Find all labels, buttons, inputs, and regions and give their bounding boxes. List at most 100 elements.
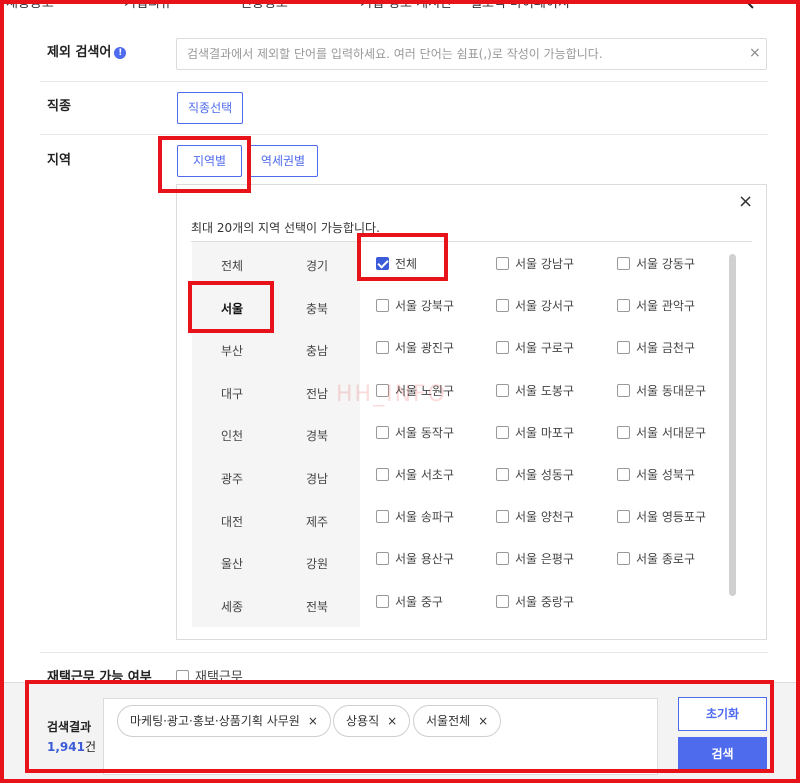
nav-item[interactable]: 기업리뷰 (124, 0, 172, 11)
nav-item[interactable]: 헬로퀵 마이페이지 (470, 0, 570, 11)
nav-item[interactable]: 채용공고 (6, 0, 54, 11)
checkbox-icon[interactable] (376, 510, 389, 523)
district-checkbox[interactable]: 서울 영등포구 (617, 510, 706, 524)
filter-tag[interactable]: 상용직 × (333, 705, 411, 737)
tab-region[interactable]: 지역별 (177, 145, 242, 177)
reset-button[interactable]: 초기화 (678, 697, 767, 731)
region-item[interactable]: 전체 (197, 257, 267, 274)
exclude-keyword-input[interactable]: 검색결과에서 제외할 단어를 입력하세요. 여러 단어는 쉼표(,)로 작성이 … (176, 38, 767, 70)
checkbox-icon[interactable] (617, 468, 630, 481)
region-item[interactable]: 충남 (282, 342, 352, 359)
region-item[interactable]: 경북 (282, 427, 352, 444)
district-checkbox[interactable]: 서울 종로구 (617, 552, 695, 566)
checkbox-icon[interactable] (496, 426, 509, 439)
district-checkbox[interactable]: 서울 강서구 (496, 299, 574, 313)
region-item[interactable]: 서울 (197, 300, 267, 317)
checkbox-icon[interactable] (376, 426, 389, 439)
nav-item[interactable]: 기업 정보 게시판 (360, 0, 452, 11)
region-item[interactable]: 경기 (282, 257, 352, 274)
district-checkbox[interactable]: 서울 성북구 (617, 468, 695, 482)
region-item[interactable]: 세종 (197, 598, 267, 615)
top-nav: 채용공고 기업리뷰 연봉정보 기업 정보 게시판 헬로퀵 마이페이지 (0, 0, 800, 12)
district-checkbox[interactable]: 전체 (376, 257, 417, 271)
checkbox-icon[interactable] (496, 510, 509, 523)
job-select-button[interactable]: 직종선택 (177, 92, 244, 124)
checkbox-icon[interactable] (617, 257, 630, 270)
district-checkbox[interactable]: 서울 동대문구 (617, 384, 706, 398)
menu-icon[interactable] (772, 0, 790, 2)
tab-subway[interactable]: 역세권별 (248, 145, 318, 177)
scrollbar[interactable] (729, 254, 736, 596)
checkbox-icon[interactable] (617, 426, 630, 439)
region-label: 지역 (47, 153, 71, 168)
checkbox-icon[interactable] (496, 384, 509, 397)
region-item[interactable]: 광주 (197, 470, 267, 487)
checkbox-icon[interactable] (376, 468, 389, 481)
district-checkbox[interactable]: 서울 중구 (376, 595, 443, 609)
checkbox-icon[interactable] (496, 595, 509, 608)
district-checkbox[interactable]: 서울 동작구 (376, 426, 454, 440)
info-icon[interactable]: ! (114, 47, 127, 59)
checkbox-icon[interactable] (617, 510, 630, 523)
checkbox-icon[interactable] (496, 299, 509, 312)
region-item[interactable]: 부산 (197, 342, 267, 359)
district-checkbox[interactable]: 서울 강북구 (376, 299, 454, 313)
region-item[interactable]: 전북 (282, 598, 352, 615)
district-checkbox[interactable]: 서울 중랑구 (496, 595, 574, 609)
region-item[interactable]: 울산 (197, 555, 267, 572)
divider (40, 652, 768, 653)
result-count: 1,941건 (47, 740, 97, 754)
district-checkbox[interactable]: 서울 양천구 (496, 510, 574, 524)
search-icon[interactable] (734, 0, 750, 4)
district-checkbox[interactable]: 서울 서대문구 (617, 426, 706, 440)
region-item[interactable]: 제주 (282, 513, 352, 530)
exclude-label: 제외 검색어! (47, 41, 127, 60)
checkbox-icon[interactable] (617, 552, 630, 565)
district-checkbox[interactable]: 서울 송파구 (376, 510, 454, 524)
remove-tag-icon[interactable]: × (478, 714, 488, 728)
district-checkbox[interactable]: 서울 은평구 (496, 552, 574, 566)
region-limit-note: 최대 20개의 지역 선택이 가능합니다. (191, 221, 380, 235)
checkbox-icon[interactable] (496, 257, 509, 270)
divider (40, 81, 768, 82)
job-label: 직종 (47, 99, 71, 114)
remove-tag-icon[interactable]: × (387, 714, 397, 728)
filter-tag[interactable]: 마케팅·광고·홍보·상품기획 사무원 × (117, 705, 331, 737)
region-item[interactable]: 경남 (282, 470, 352, 487)
region-item[interactable]: 인천 (197, 427, 267, 444)
district-checkbox[interactable]: 서울 관악구 (617, 299, 695, 313)
district-checkbox[interactable]: 서울 용산구 (376, 552, 454, 566)
district-checkbox[interactable]: 서울 마포구 (496, 426, 574, 440)
divider (40, 134, 768, 135)
district-checkbox[interactable]: 서울 도봉구 (496, 384, 574, 398)
district-checkbox[interactable]: 서울 강남구 (496, 257, 574, 271)
region-item[interactable]: 대전 (197, 513, 267, 530)
filter-tag[interactable]: 서울전체 × (413, 705, 502, 737)
checkbox-icon[interactable] (376, 299, 389, 312)
region-item[interactable]: 강원 (282, 555, 352, 572)
checkbox-icon[interactable] (376, 341, 389, 354)
remove-tag-icon[interactable]: × (308, 714, 318, 728)
checkbox-icon[interactable] (376, 552, 389, 565)
district-checkbox[interactable]: 서울 서초구 (376, 468, 454, 482)
district-checkbox[interactable]: 서울 금천구 (617, 341, 695, 355)
district-checkbox[interactable]: 서울 광진구 (376, 341, 454, 355)
region-item[interactable]: 충북 (282, 300, 352, 317)
checkbox-icon[interactable] (617, 299, 630, 312)
nav-item[interactable]: 연봉정보 (240, 0, 288, 11)
checkbox-icon[interactable] (496, 552, 509, 565)
checkbox-icon[interactable] (376, 257, 389, 270)
district-checkbox[interactable]: 서울 성동구 (496, 468, 574, 482)
checkbox-icon[interactable] (617, 384, 630, 397)
checkbox-icon[interactable] (496, 468, 509, 481)
region-item[interactable]: 대구 (197, 385, 267, 402)
district-checkbox[interactable]: 서울 강동구 (617, 257, 695, 271)
close-icon[interactable]: × (738, 191, 753, 212)
checkbox-icon[interactable] (496, 341, 509, 354)
search-button[interactable]: 검색 (678, 737, 767, 771)
result-label: 검색결과 (47, 720, 92, 734)
district-checkbox[interactable]: 서울 구로구 (496, 341, 574, 355)
clear-icon[interactable]: × (749, 45, 761, 61)
checkbox-icon[interactable] (376, 595, 389, 608)
checkbox-icon[interactable] (617, 341, 630, 354)
